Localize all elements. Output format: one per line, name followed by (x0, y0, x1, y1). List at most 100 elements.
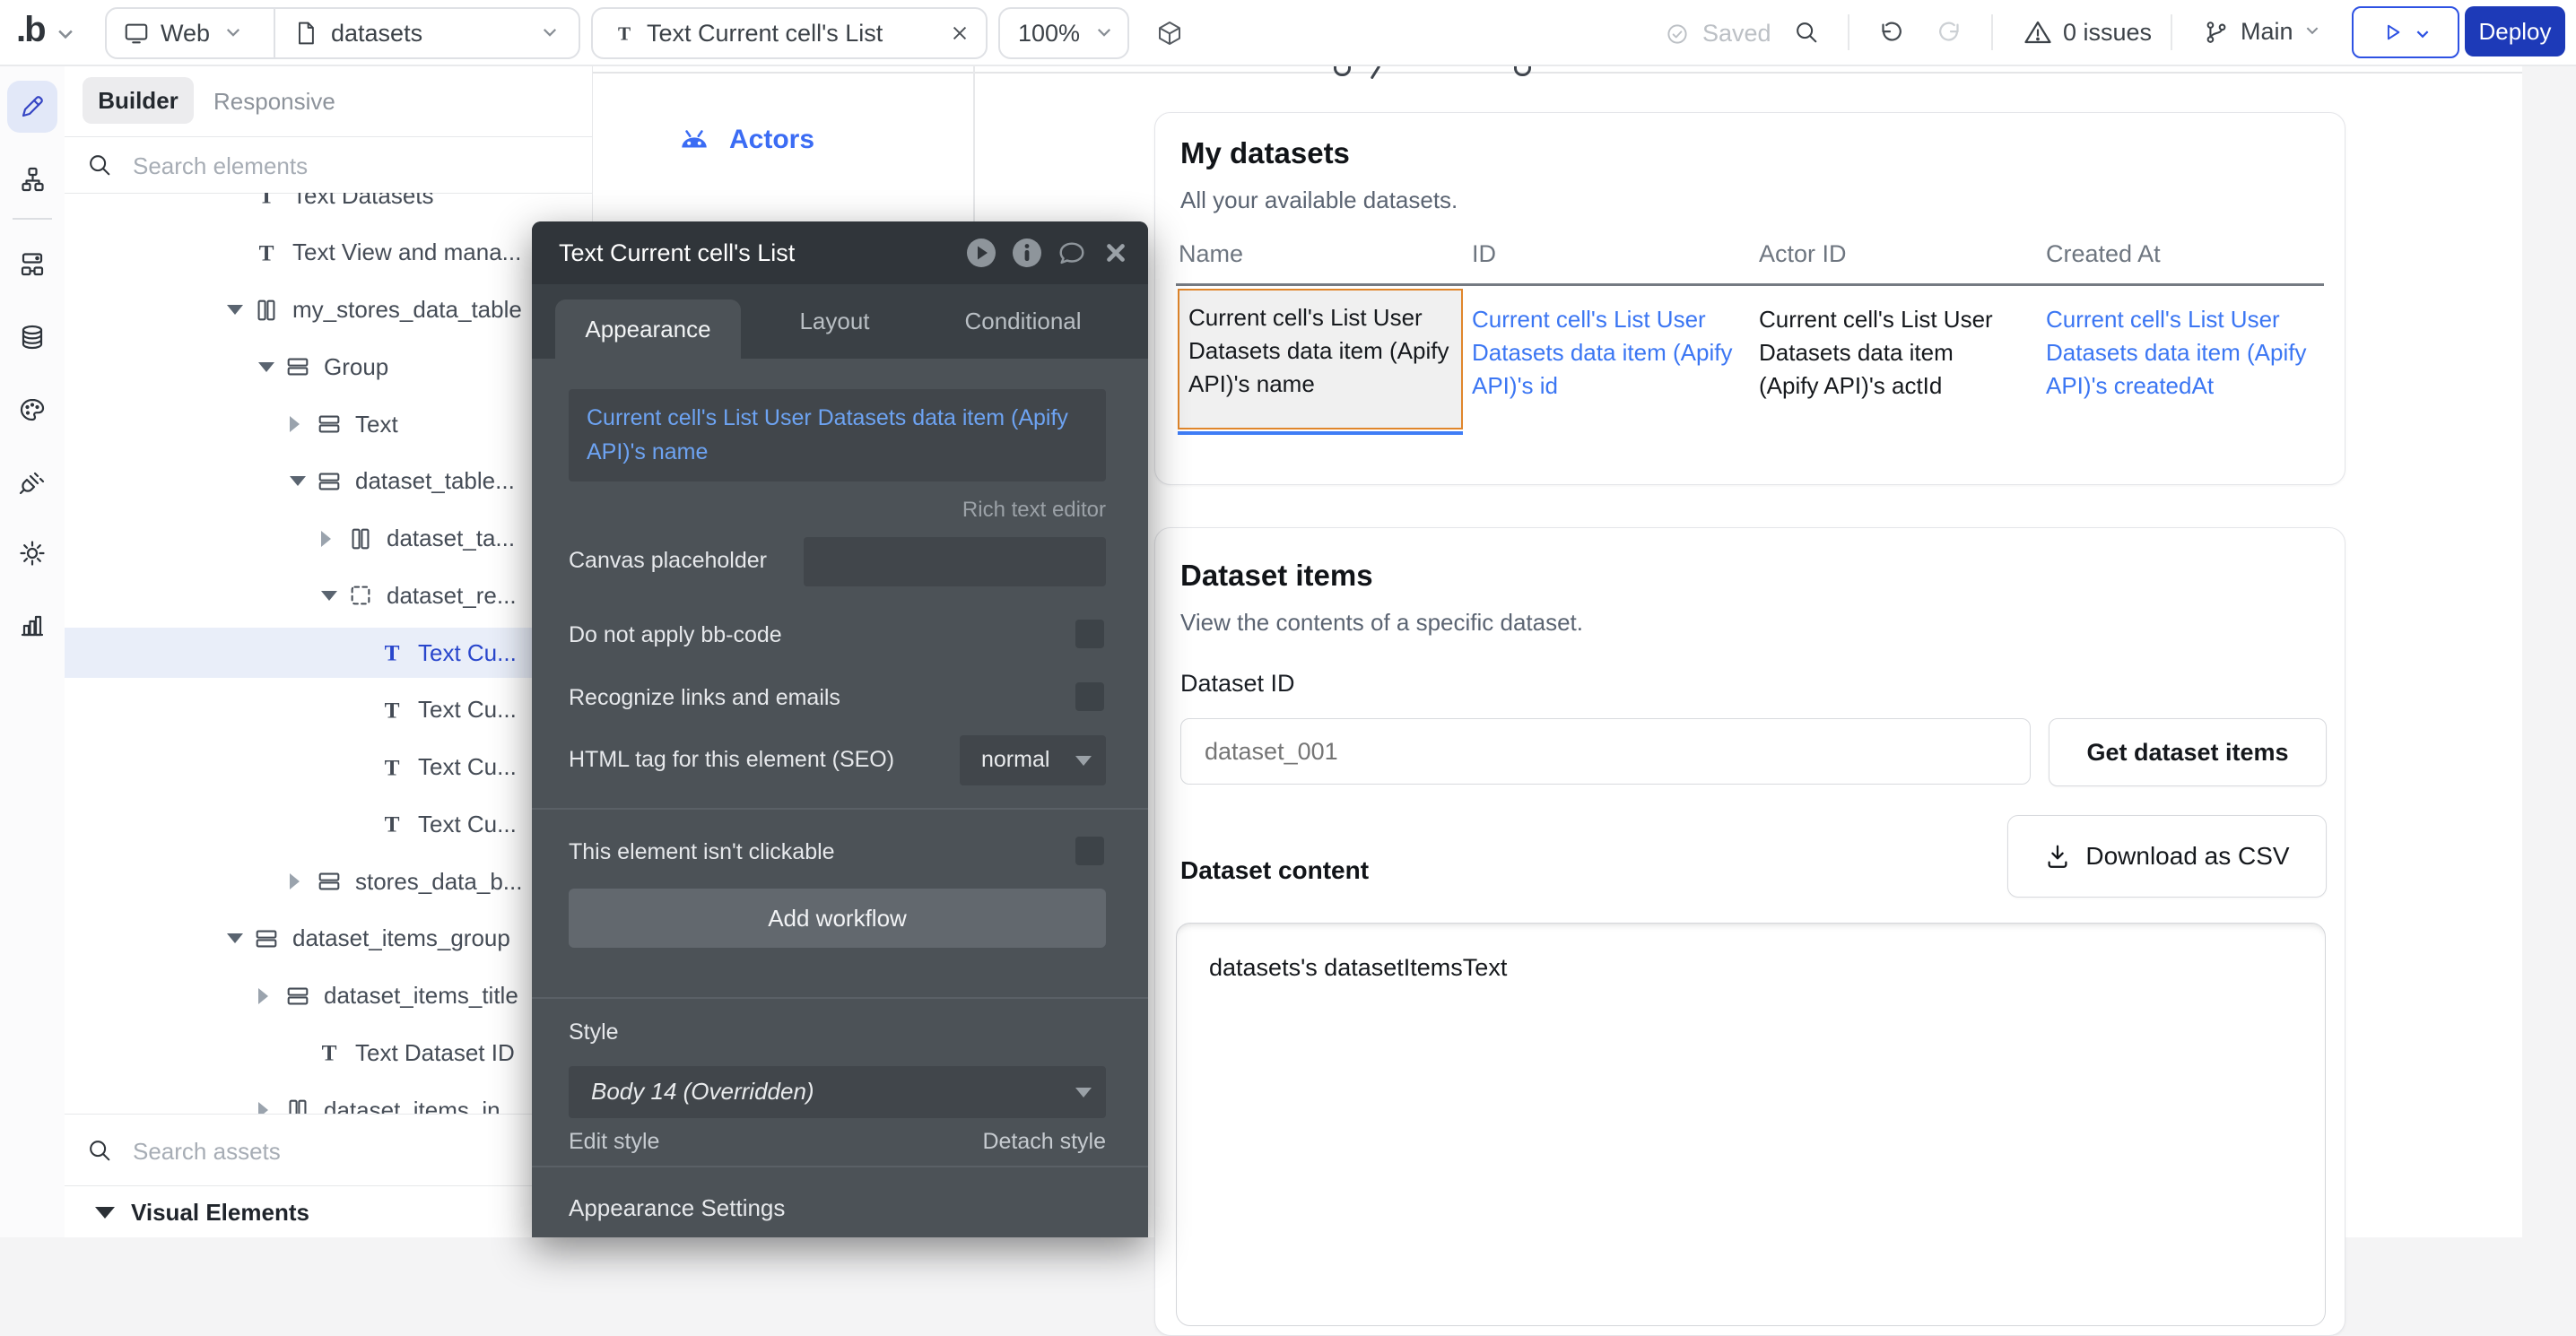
tree-item-label: Text Cu... (418, 639, 517, 667)
card-subtitle: All your available datasets. (1180, 187, 1458, 214)
selected-element-underline (1178, 431, 1463, 435)
table-cell[interactable]: Current cell's List User Datasets data i… (2046, 303, 2333, 403)
caret-down-icon[interactable] (227, 299, 253, 321)
tab-responsive[interactable]: Responsive (213, 88, 335, 116)
tree-item-label: my_stores_data_table (292, 296, 522, 324)
add-workflow-button[interactable]: Add workflow (569, 889, 1106, 948)
bubble-logo-menu[interactable]: .b (16, 10, 75, 50)
html-tag-dropdown[interactable]: normal (960, 735, 1106, 785)
element-tab-label: Text Current cell's List (647, 20, 883, 48)
redo-icon[interactable] (1937, 19, 1964, 46)
card-subtitle: View the contents of a specific dataset. (1180, 609, 1583, 637)
element-tab[interactable]: T Text Current cell's List (591, 7, 988, 59)
comment-icon[interactable] (1057, 239, 1089, 271)
property-editor-tabs: Appearance Layout Conditional (532, 284, 1148, 359)
tree-item-dataset-re[interactable]: dataset_re... (65, 570, 592, 620)
run-workflow-icon[interactable] (965, 237, 997, 269)
not-clickable-checkbox[interactable] (1075, 837, 1104, 865)
tree-item-dataset-items-group[interactable]: dataset_items_group (65, 914, 592, 964)
issues-indicator[interactable]: 0 issues (2023, 18, 2152, 47)
html-tag-value: normal (981, 747, 1049, 773)
svg-text:T: T (618, 22, 631, 44)
page-header-border (592, 72, 2522, 74)
search-icon[interactable] (1793, 19, 1820, 46)
detach-style-link[interactable]: Detach style (982, 1129, 1106, 1155)
search-assets-input[interactable] (131, 1115, 565, 1188)
tree-item-text-datasets[interactable]: TText Datasets (65, 193, 592, 221)
rich-text-editor-link[interactable]: Rich text editor (962, 498, 1106, 523)
visual-elements-label: Visual Elements (131, 1199, 309, 1227)
deploy-button[interactable]: Deploy (2465, 6, 2565, 56)
tree-item-dataset-table[interactable]: dataset_table... (65, 456, 592, 507)
mode-selector[interactable]: Web (107, 20, 274, 48)
design-pencil-icon[interactable] (18, 92, 47, 121)
edit-style-link[interactable]: Edit style (569, 1129, 659, 1155)
nav-item-actors[interactable]: Actors (677, 124, 814, 156)
settings-icon[interactable] (18, 539, 47, 568)
tree-item-dataset-items-in[interactable]: dataset_items_in... (65, 1085, 592, 1114)
tree-item-label: dataset_items_title (324, 982, 518, 1010)
style-dropdown[interactable]: Body 14 (Overridden) (569, 1066, 1106, 1118)
tab-appearance[interactable]: Appearance (555, 299, 741, 359)
property-editor-panel[interactable]: Text Current cell's List Appearance Layo… (532, 221, 1148, 1237)
tab-conditional[interactable]: Conditional (944, 284, 1101, 359)
tree-item-text[interactable]: Text (65, 399, 592, 449)
tree-item-text-cu[interactable]: TText Cu... (65, 685, 592, 735)
caret-down-icon[interactable] (321, 585, 347, 606)
caret-right-icon[interactable] (258, 1099, 284, 1114)
tree-item-dataset-ta[interactable]: dataset_ta... (65, 514, 592, 564)
text-element-icon: T (379, 639, 405, 666)
styles-icon[interactable] (18, 395, 47, 424)
data-icon[interactable] (18, 323, 47, 351)
info-icon[interactable] (1011, 237, 1043, 269)
table-cell[interactable]: Current cell's List User Datasets data i… (1759, 303, 2017, 403)
bb-code-checkbox[interactable] (1075, 620, 1104, 648)
tree-item-text-cu[interactable]: TText Cu... (65, 799, 592, 849)
caret-down-icon[interactable] (258, 356, 284, 377)
tree-item-stores-data-b[interactable]: stores_data_b... (65, 856, 592, 907)
dataset-content-label: Dataset content (1180, 856, 1369, 885)
caret-down-icon[interactable] (290, 471, 316, 492)
tree-item-text-cu[interactable]: T Text Cu... (65, 628, 592, 678)
tab-builder[interactable]: Builder (83, 77, 194, 124)
preview-button[interactable] (2352, 6, 2459, 58)
mode-label: Web (161, 20, 210, 48)
get-dataset-items-button[interactable]: Get dataset items (2049, 718, 2327, 786)
tree-item-text-view-and-mana[interactable]: TText View and mana... (65, 228, 592, 278)
visual-elements-section-header[interactable]: Visual Elements (65, 1187, 592, 1237)
components-icon[interactable] (18, 249, 47, 278)
tree-item-label: dataset_re... (387, 582, 517, 610)
table-cell[interactable]: Current cell's List User Datasets data i… (1472, 303, 1741, 403)
caret-down-icon[interactable] (227, 928, 253, 950)
download-csv-button[interactable]: Download as CSV (2007, 815, 2327, 898)
recognize-links-checkbox[interactable] (1075, 682, 1104, 711)
text-content-expression[interactable]: Current cell's List User Datasets data i… (569, 389, 1106, 481)
caret-right-icon[interactable] (321, 528, 347, 550)
page-selector[interactable]: datasets (275, 20, 579, 48)
tree-item-text-cu[interactable]: TText Cu... (65, 742, 592, 793)
property-editor-header[interactable]: Text Current cell's List (532, 221, 1148, 284)
branch-selector[interactable]: Main (2203, 18, 2324, 46)
close-icon[interactable] (950, 23, 970, 43)
canvas-section-divider (973, 65, 975, 221)
workflow-icon[interactable] (18, 165, 47, 194)
component-cube-icon[interactable] (1155, 19, 1184, 48)
tree-item-group[interactable]: Group (65, 342, 592, 392)
canvas-placeholder-input[interactable] (804, 537, 1106, 586)
column-header-actor-id: Actor ID (1759, 240, 1847, 268)
caret-right-icon[interactable] (290, 871, 316, 892)
tab-layout[interactable]: Layout (765, 284, 904, 359)
logs-icon[interactable] (18, 611, 47, 639)
zoom-selector[interactable]: 100% (998, 7, 1129, 59)
tree-item-text-dataset-id[interactable]: TText Dataset ID (65, 1028, 592, 1078)
plugins-icon[interactable] (18, 467, 47, 496)
caret-right-icon[interactable] (258, 985, 284, 1007)
dataset-id-input[interactable] (1180, 718, 2031, 785)
tree-item-my-stores-data-table[interactable]: my_stores_data_table (65, 285, 592, 335)
tree-item-dataset-items-title[interactable]: dataset_items_title (65, 971, 592, 1021)
search-elements-input[interactable] (131, 137, 565, 195)
table-cell-selected[interactable]: Current cell's List User Datasets data i… (1178, 289, 1463, 429)
undo-icon[interactable] (1876, 19, 1903, 46)
caret-right-icon[interactable] (290, 413, 316, 435)
close-icon[interactable] (1102, 239, 1135, 272)
